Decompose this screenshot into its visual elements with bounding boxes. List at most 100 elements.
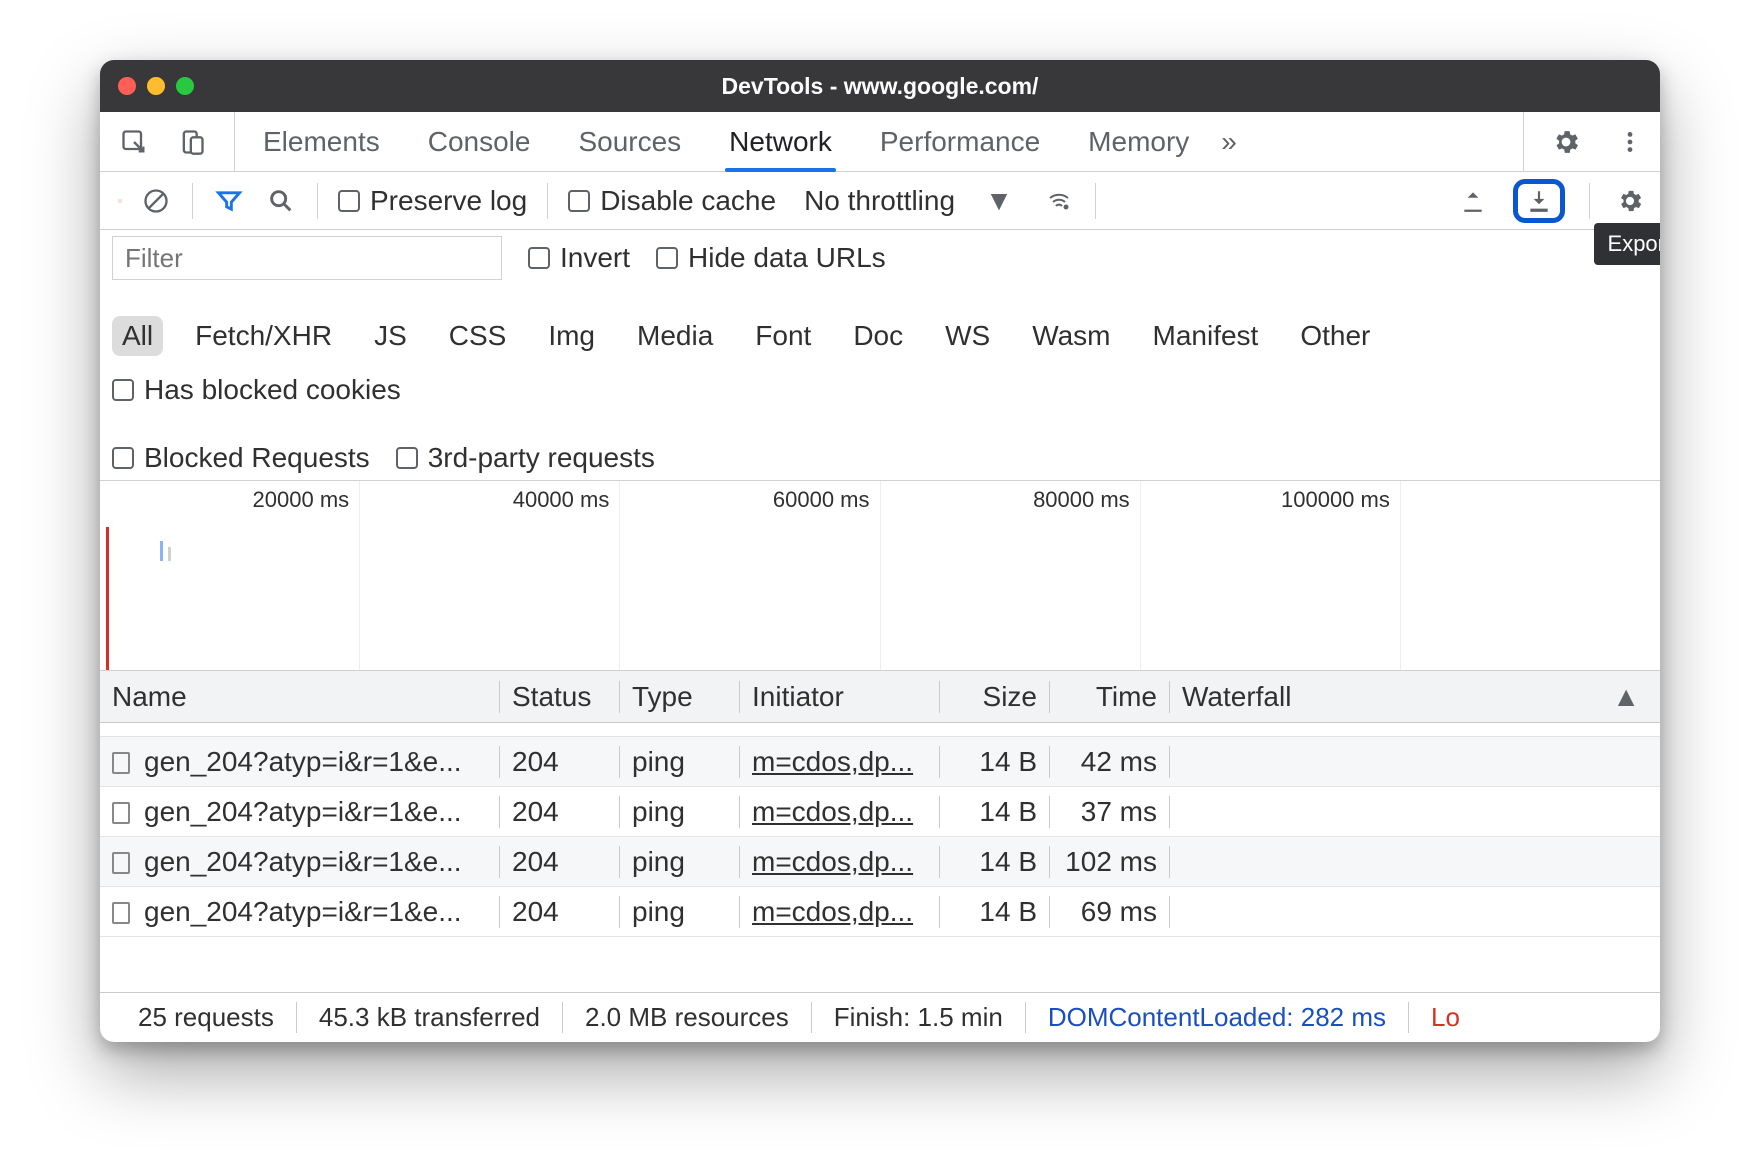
filter-type-all[interactable]: All: [112, 316, 163, 356]
filter-type-font[interactable]: Font: [745, 316, 821, 356]
export-har-tooltip: Export HAR...: [1594, 223, 1660, 265]
filter-bar: Invert Hide data URLs All Fetch/XHR JS CSS I…: [100, 230, 1660, 481]
inspect-element-icon[interactable]: [116, 124, 152, 160]
filter-type-js[interactable]: JS: [364, 316, 417, 356]
table-row[interactable]: gen_204?atyp=i&r=1&e...204pingm=cdos,dp.…: [100, 887, 1660, 937]
search-icon[interactable]: [265, 185, 297, 217]
tab-memory[interactable]: Memory: [1088, 112, 1189, 171]
invert-checkbox[interactable]: Invert: [528, 242, 630, 274]
separator: [1589, 183, 1590, 219]
blocked-requests-label: Blocked Requests: [144, 442, 370, 474]
filter-type-css[interactable]: CSS: [439, 316, 517, 356]
timeline-tick: 80000 ms: [1033, 487, 1130, 513]
cell-initiator[interactable]: m=cdos,dp...: [752, 796, 913, 827]
timeline-tick: 40000 ms: [513, 487, 610, 513]
blocked-requests-checkbox[interactable]: Blocked Requests: [112, 442, 370, 474]
table-row[interactable]: gen_204?atyp=i&r=1&e...204pingm=cdos,dp.…: [100, 837, 1660, 887]
has-blocked-cookies-checkbox[interactable]: Has blocked cookies: [112, 374, 401, 406]
cell-initiator[interactable]: m=cdos,dp...: [752, 746, 913, 777]
filter-type-img[interactable]: Img: [538, 316, 605, 356]
cell-name: gen_204?atyp=i&r=1&e...: [144, 796, 462, 827]
filter-type-ws[interactable]: WS: [935, 316, 1000, 356]
file-icon: [112, 852, 130, 874]
preserve-log-label: Preserve log: [370, 185, 527, 217]
devtools-window: DevTools - www.google.com/ Elements Conso…: [100, 60, 1660, 1042]
tab-elements[interactable]: Elements: [263, 112, 380, 171]
main-tabbar: Elements Console Sources Network Performance…: [100, 112, 1660, 172]
window-titlebar: DevTools - www.google.com/: [100, 60, 1660, 112]
cell-type: ping: [620, 746, 740, 778]
cell-size: 14 B: [940, 746, 1050, 778]
cell-status: 204: [500, 796, 620, 828]
timeline-cursor: [106, 527, 109, 670]
file-icon: [112, 802, 130, 824]
separator: [317, 183, 318, 219]
filter-type-wasm[interactable]: Wasm: [1022, 316, 1120, 356]
cell-initiator[interactable]: m=cdos,dp...: [752, 896, 913, 927]
disable-cache-checkbox[interactable]: Disable cache: [568, 185, 776, 217]
filter-input[interactable]: [112, 236, 502, 280]
filter-funnel-icon[interactable]: [213, 185, 245, 217]
timeline-tick: 20000 ms: [253, 487, 350, 513]
status-transferred: 45.3 kB transferred: [297, 1002, 563, 1033]
device-toolbar-icon[interactable]: [174, 124, 210, 160]
clear-log-icon[interactable]: [140, 185, 172, 217]
filter-type-media[interactable]: Media: [627, 316, 723, 356]
separator: [1095, 183, 1096, 219]
cell-time: 37 ms: [1050, 796, 1170, 828]
has-blocked-cookies-label: Has blocked cookies: [144, 374, 401, 406]
disable-cache-label: Disable cache: [600, 185, 776, 217]
network-toolbar: Preserve log Disable cache No throttling…: [100, 172, 1660, 230]
export-har-button[interactable]: [1513, 179, 1565, 223]
timeline-overview[interactable]: 20000 ms40000 ms60000 ms80000 ms100000 m…: [100, 481, 1660, 671]
cell-status: 204: [500, 846, 620, 878]
filter-type-fetch-xhr[interactable]: Fetch/XHR: [185, 316, 342, 356]
network-conditions-icon[interactable]: [1043, 185, 1075, 217]
col-waterfall[interactable]: Waterfall▲: [1170, 681, 1660, 713]
tab-network[interactable]: Network: [729, 112, 832, 171]
status-load: Lo: [1409, 1002, 1482, 1033]
col-type[interactable]: Type: [620, 681, 740, 713]
hide-data-urls-checkbox[interactable]: Hide data URLs: [656, 242, 886, 274]
network-settings-gear-icon[interactable]: [1614, 185, 1646, 217]
table-row[interactable]: gen_204?atyp=i&r=1&e... 204ping m=cdos,dp.…: [100, 737, 1660, 787]
table-row[interactable]: [100, 723, 1660, 737]
cell-initiator[interactable]: m=cdos,dp...: [752, 846, 913, 877]
cell-status: 204: [500, 896, 620, 928]
third-party-checkbox[interactable]: 3rd-party requests: [396, 442, 655, 474]
filter-type-other[interactable]: Other: [1290, 316, 1380, 356]
cell-type: ping: [620, 796, 740, 828]
invert-label: Invert: [560, 242, 630, 274]
cell-time: 42 ms: [1050, 746, 1170, 778]
third-party-label: 3rd-party requests: [428, 442, 655, 474]
preserve-log-checkbox[interactable]: Preserve log: [338, 185, 527, 217]
more-tabs-icon[interactable]: »: [1221, 126, 1237, 158]
settings-gear-icon[interactable]: [1548, 124, 1584, 160]
sort-asc-icon: ▲: [1612, 681, 1640, 713]
cell-type: ping: [620, 846, 740, 878]
cell-type: ping: [620, 896, 740, 928]
filter-type-manifest[interactable]: Manifest: [1143, 316, 1269, 356]
col-status[interactable]: Status: [500, 681, 620, 713]
tab-performance[interactable]: Performance: [880, 112, 1040, 171]
hide-data-urls-label: Hide data URLs: [688, 242, 886, 274]
separator: [547, 183, 548, 219]
col-size[interactable]: Size: [940, 681, 1050, 713]
status-requests: 25 requests: [116, 1002, 297, 1033]
throttling-select[interactable]: No throttling: [804, 185, 955, 217]
tab-sources[interactable]: Sources: [578, 112, 681, 171]
tab-console[interactable]: Console: [428, 112, 531, 171]
status-finish: Finish: 1.5 min: [812, 1002, 1026, 1033]
cell-name: gen_204?atyp=i&r=1&e...: [144, 746, 462, 777]
cell-status: 204: [500, 746, 620, 778]
file-icon: [112, 752, 130, 774]
cell-time: 69 ms: [1050, 896, 1170, 928]
filter-type-doc[interactable]: Doc: [843, 316, 913, 356]
import-har-icon[interactable]: [1457, 185, 1489, 217]
throttling-caret-icon[interactable]: ▼: [983, 185, 1015, 217]
col-name[interactable]: Name: [100, 681, 500, 713]
kebab-menu-icon[interactable]: [1612, 124, 1648, 160]
table-row[interactable]: gen_204?atyp=i&r=1&e... 204ping m=cdos,dp.…: [100, 787, 1660, 837]
col-initiator[interactable]: Initiator: [740, 681, 940, 713]
col-time[interactable]: Time: [1050, 681, 1170, 713]
